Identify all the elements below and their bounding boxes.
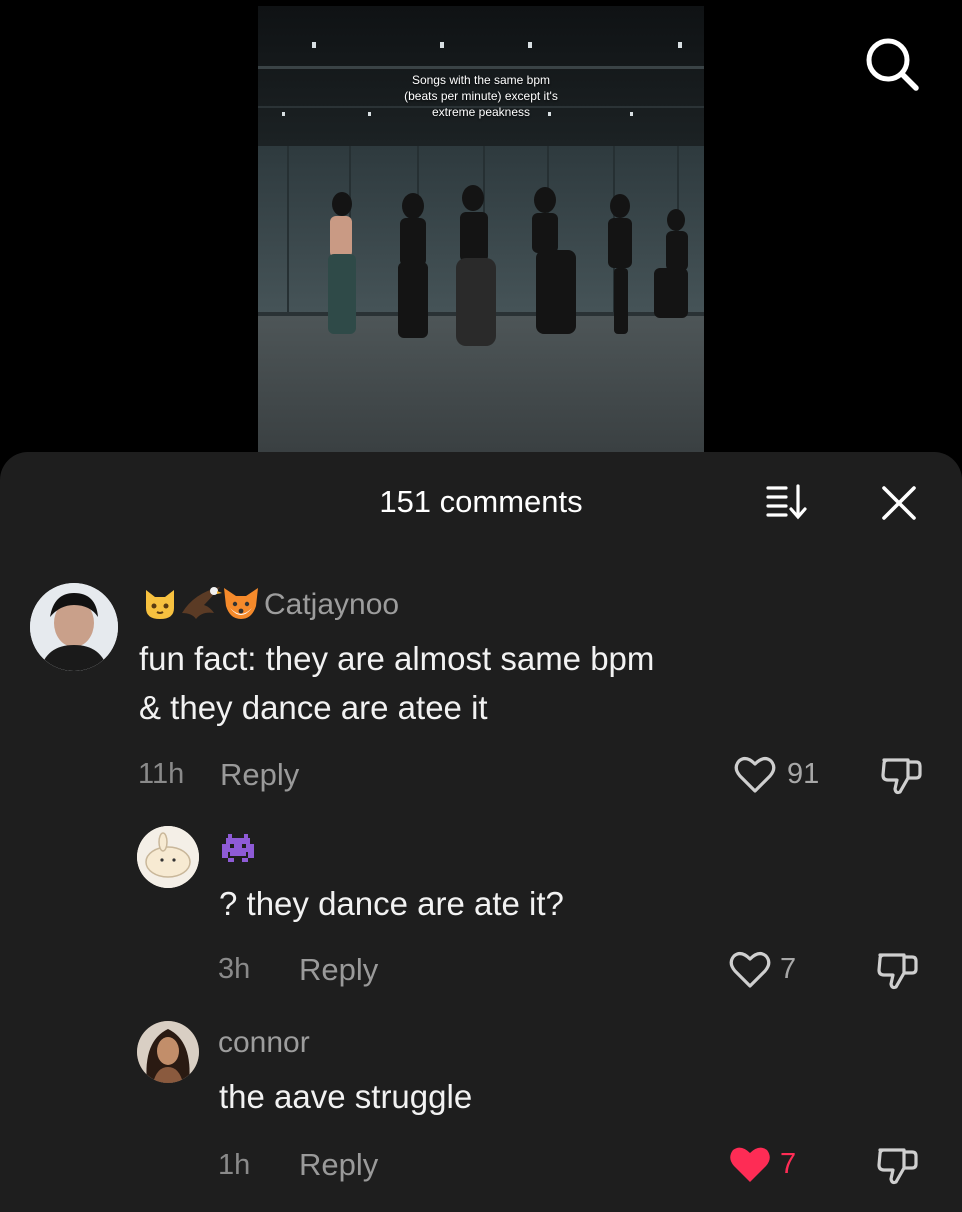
- caption-line: Songs with the same bpm: [411, 73, 551, 87]
- like-count: 7: [780, 953, 797, 985]
- thumbs-down-icon[interactable]: [880, 754, 924, 803]
- avatar-photo: [137, 1021, 199, 1083]
- close-icon: [882, 486, 916, 520]
- avatar-photo: [30, 583, 118, 671]
- sort-icon: [766, 484, 807, 520]
- comment-timestamp: 1h: [218, 1149, 251, 1181]
- like-count: 91: [787, 758, 820, 790]
- comment-text: ? they dance are ate it?: [219, 879, 564, 928]
- heart-outline-icon[interactable]: [734, 756, 776, 799]
- avatar[interactable]: [137, 1021, 199, 1083]
- search-icon: [866, 38, 919, 91]
- thumbs-down-icon[interactable]: [876, 949, 920, 998]
- comment-username[interactable]: Catjaynoo: [264, 588, 399, 622]
- thumbs-down-icon[interactable]: [876, 1144, 920, 1193]
- sort-button[interactable]: [764, 482, 814, 522]
- comments-count-title: 151 comments: [379, 484, 583, 519]
- like-count: 7: [780, 1148, 797, 1180]
- cat-face-emoji: [142, 586, 178, 627]
- comment-text-line: & they dance are atee it: [139, 689, 488, 726]
- comments-sheet: 151 comments Catjaynoo fun fact: they ar…: [0, 452, 962, 1212]
- comment-text-line: ? they dance are ate it?: [219, 885, 564, 922]
- reply-button[interactable]: Reply: [299, 1147, 378, 1183]
- video-caption: Songs with the same bpm (beats per minut…: [258, 72, 704, 120]
- comment-timestamp: 3h: [218, 953, 251, 985]
- fox-face-emoji: [222, 586, 260, 627]
- caption-line: (beats per minute) except it's: [404, 89, 558, 103]
- comment-text-line: fun fact: they are almost same bpm: [139, 640, 655, 677]
- alien-monster-emoji: [220, 832, 256, 869]
- reply-button[interactable]: Reply: [299, 952, 378, 988]
- avatar[interactable]: [30, 583, 118, 671]
- reply-button[interactable]: Reply: [220, 757, 299, 793]
- comment-text: the aave struggle: [219, 1072, 472, 1121]
- search-button[interactable]: [864, 36, 920, 92]
- eagle-emoji: [180, 583, 222, 628]
- comment-text: fun fact: they are almost same bpm & the…: [139, 634, 654, 732]
- comment-username[interactable]: connor: [218, 1026, 310, 1060]
- heart-outline-icon[interactable]: [729, 951, 771, 994]
- close-button[interactable]: [878, 482, 920, 524]
- heart-filled-icon[interactable]: [729, 1146, 771, 1189]
- comment-timestamp: 11h: [138, 758, 185, 790]
- caption-line: extreme peakness: [431, 105, 531, 119]
- avatar[interactable]: [137, 826, 199, 888]
- video-thumbnail[interactable]: Songs with the same bpm (beats per minut…: [258, 6, 704, 452]
- comment-text-line: the aave struggle: [219, 1078, 473, 1115]
- avatar-photo: [137, 826, 199, 888]
